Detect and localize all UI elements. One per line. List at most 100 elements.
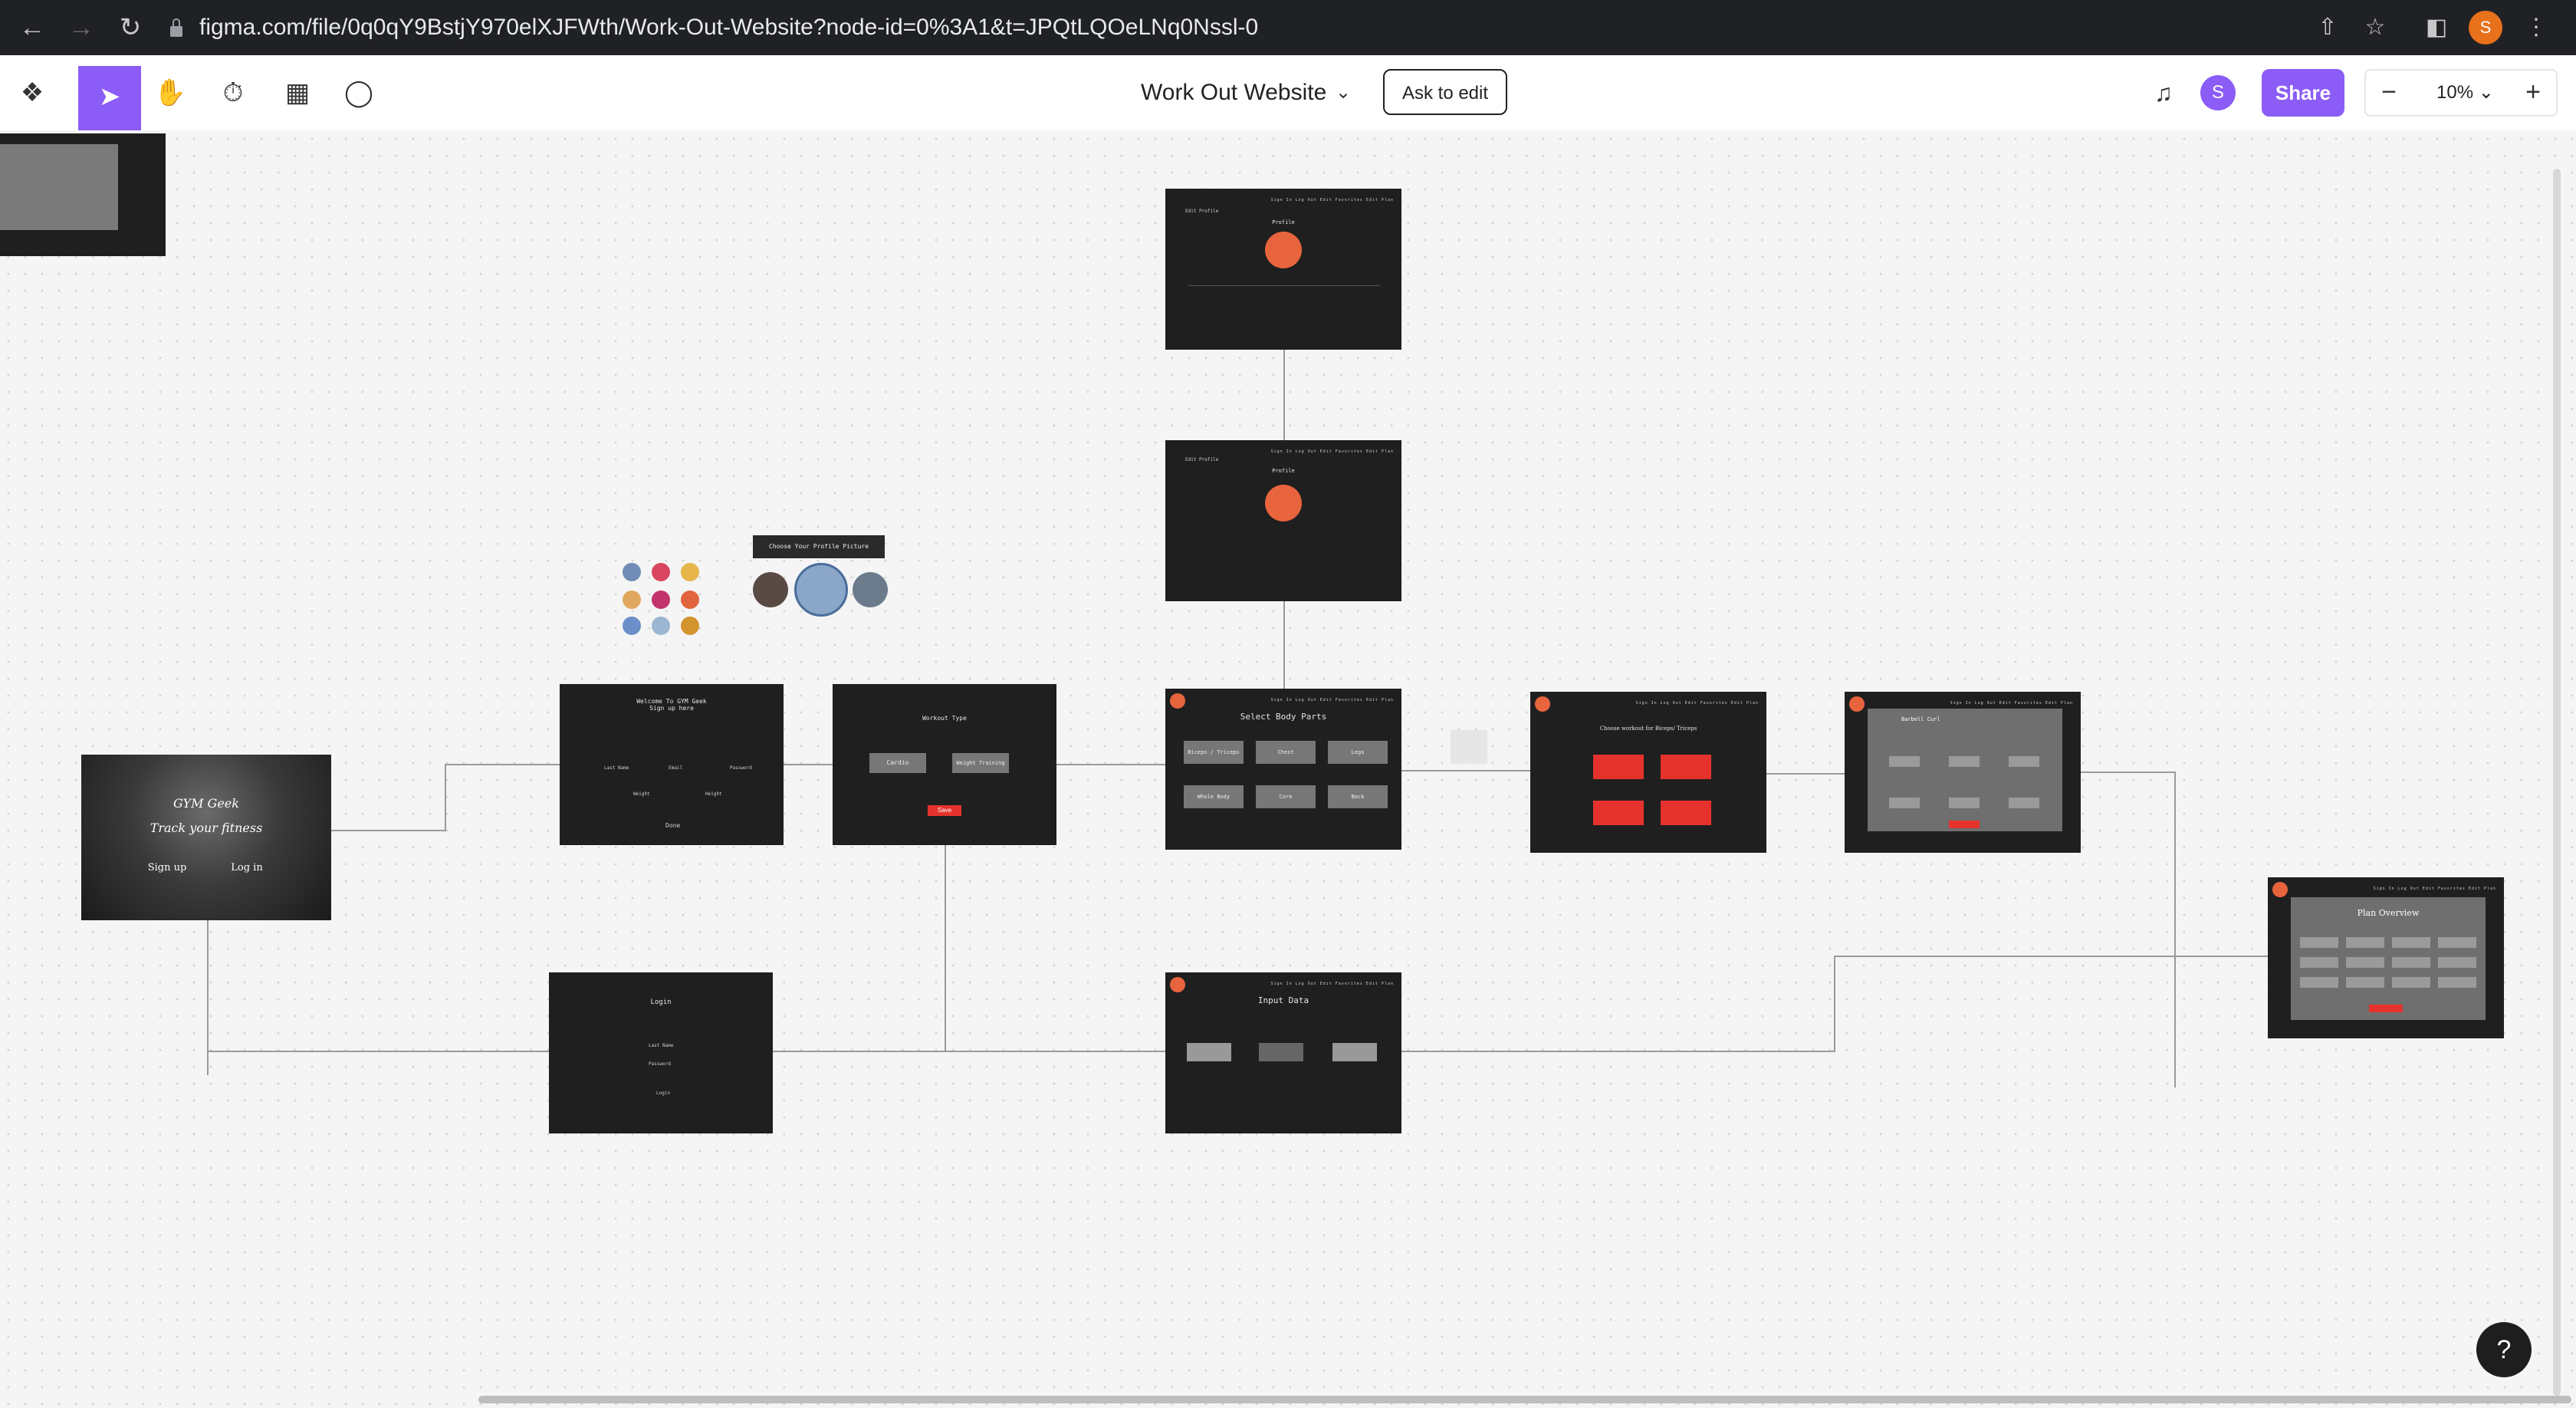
headphones-icon[interactable]: ♫ xyxy=(2145,75,2182,110)
share-page-icon[interactable]: ⇧ xyxy=(2311,11,2344,44)
profile-frame[interactable]: Edit Profile Sign In Log Out Edit Favori… xyxy=(1165,189,1401,350)
plan-cell xyxy=(2438,957,2476,968)
browser-chrome: ← → ↻ figma.com/file/0q0qY9BstjY970elXJF… xyxy=(0,0,2576,55)
exercise-field[interactable] xyxy=(1889,798,1920,808)
avatar-option[interactable] xyxy=(681,563,699,581)
body-part-button[interactable]: Core xyxy=(1256,785,1316,808)
workout-type-frame[interactable]: Workout Type Cardio Weight Training Save xyxy=(833,684,1056,845)
sidebar-icon[interactable]: ◧ xyxy=(2420,11,2453,44)
zoom-in-button[interactable]: + xyxy=(2510,71,2556,115)
workout-type-title: Workout Type xyxy=(922,715,967,722)
login-submit-button[interactable]: Login xyxy=(656,1091,670,1096)
hand-tool-icon[interactable]: ✋ xyxy=(149,74,192,112)
barbell-curl-frame[interactable]: Sign In Log Out Edit Favorites Edit Plan… xyxy=(1845,692,2081,853)
body-part-button[interactable]: Back xyxy=(1328,785,1388,808)
avatar-option-selected[interactable] xyxy=(794,563,848,617)
connector xyxy=(771,1051,1167,1052)
avatar-option[interactable] xyxy=(652,563,670,581)
reload-icon[interactable]: ↻ xyxy=(113,11,147,44)
exercise-field[interactable] xyxy=(1949,798,1980,808)
signup-link[interactable]: Sign up xyxy=(144,862,190,873)
browser-menu-icon[interactable]: ⋮ xyxy=(2519,11,2553,44)
figma-menu-icon[interactable]: ❖ xyxy=(11,74,54,112)
workout-option[interactable] xyxy=(1593,755,1644,779)
login-field: Last Name xyxy=(649,1043,674,1048)
body-part-button[interactable]: Biceps / Triceps xyxy=(1184,741,1244,764)
exercise-field[interactable] xyxy=(1949,756,1980,767)
cardio-button[interactable]: Cardio xyxy=(869,753,926,773)
chevron-down-icon[interactable]: ⌄ xyxy=(1336,72,1351,113)
comment-icon[interactable]: ◯ xyxy=(337,74,380,112)
input-field[interactable] xyxy=(1259,1043,1303,1061)
input-field[interactable] xyxy=(1332,1043,1377,1061)
move-tool-icon[interactable]: ➤ xyxy=(78,66,141,130)
avatar-option[interactable] xyxy=(623,617,641,635)
exercise-field[interactable] xyxy=(2009,756,2039,767)
login-frame[interactable]: Login Last Name Password Login xyxy=(549,972,773,1133)
share-button[interactable]: Share xyxy=(2262,69,2344,117)
connector xyxy=(784,764,833,765)
workout-option[interactable] xyxy=(1661,755,1711,779)
note-placeholder[interactable] xyxy=(1451,730,1487,764)
choose-workout-frame[interactable]: Sign In Log Out Edit Favorites Edit Plan… xyxy=(1530,692,1766,853)
exercise-card: Barbell Curl xyxy=(1868,709,2062,831)
landing-headline: GYM Geek xyxy=(173,796,239,811)
connector xyxy=(445,764,561,765)
figma-canvas[interactable]: GYM Geek Track your fitness Sign up Log … xyxy=(0,130,2576,1408)
avatar-option[interactable] xyxy=(753,572,788,607)
layout-icon[interactable]: ▦ xyxy=(276,74,319,112)
exercise-field[interactable] xyxy=(2009,798,2039,808)
ask-to-edit-button[interactable]: Ask to edit xyxy=(1383,69,1507,115)
connector xyxy=(1401,1051,1835,1052)
figma-toolbar: ❖ ➤ ✋ ⏱ ▦ ◯ Work Out Website ⌄ Ask to ed… xyxy=(0,55,2576,132)
connector xyxy=(1283,600,1285,689)
avatar-option[interactable] xyxy=(853,572,888,607)
plan-cell xyxy=(2300,977,2338,988)
avatar-option[interactable] xyxy=(681,591,699,609)
horizontal-scrollbar[interactable] xyxy=(478,1396,2571,1403)
body-part-button[interactable]: Whole Body xyxy=(1184,785,1244,808)
input-data-frame[interactable]: Sign In Log Out Edit Favorites Edit Plan… xyxy=(1165,972,1401,1133)
workout-option[interactable] xyxy=(1661,801,1711,825)
signup-frame[interactable]: Welcome To GYM Geek Sign up here Last Na… xyxy=(560,684,784,845)
plan-action-button[interactable] xyxy=(2369,1005,2403,1012)
add-exercise-button[interactable] xyxy=(1949,821,1980,828)
file-title[interactable]: Work Out Website xyxy=(1141,72,1326,113)
exercise-field[interactable] xyxy=(1889,756,1920,767)
avatar-option[interactable] xyxy=(652,591,670,609)
input-field[interactable] xyxy=(1187,1043,1231,1061)
save-button[interactable]: Save xyxy=(928,805,961,816)
weight-training-button[interactable]: Weight Training xyxy=(952,753,1009,773)
body-part-button[interactable]: Legs xyxy=(1328,741,1388,764)
plan-overview-frame[interactable]: Sign In Log Out Edit Favorites Edit Plan… xyxy=(2268,877,2504,1038)
signup-field: Email xyxy=(669,765,683,771)
partial-frame[interactable] xyxy=(0,133,166,256)
profile-frame[interactable]: Edit Profile Sign In Log Out Edit Favori… xyxy=(1165,440,1401,601)
bookmark-star-icon[interactable]: ☆ xyxy=(2358,11,2392,44)
zoom-level[interactable]: 10% ⌄ xyxy=(2436,71,2494,115)
avatar-option[interactable] xyxy=(623,563,641,581)
body-part-button[interactable]: Chest xyxy=(1256,741,1316,764)
signup-done-button[interactable]: Done xyxy=(665,822,680,829)
user-avatar[interactable]: S xyxy=(2200,75,2236,110)
select-body-parts-frame[interactable]: Sign In Log Out Edit Favorites Edit Plan… xyxy=(1165,689,1401,850)
header-avatar xyxy=(1535,696,1550,712)
zoom-out-button[interactable]: − xyxy=(2366,71,2412,115)
address-bar[interactable]: figma.com/file/0q0qY9BstjY970elXJFWth/Wo… xyxy=(170,8,2394,48)
browser-profile-avatar[interactable]: S xyxy=(2469,11,2502,44)
back-icon[interactable]: ← xyxy=(15,11,49,44)
landing-frame[interactable]: GYM Geek Track your fitness Sign up Log … xyxy=(81,755,331,920)
connector xyxy=(2174,771,2176,1087)
avatar-option[interactable] xyxy=(652,617,670,635)
plan-cell xyxy=(2392,977,2430,988)
gym-photo xyxy=(81,755,331,920)
help-button[interactable]: ? xyxy=(2476,1322,2532,1377)
workout-option[interactable] xyxy=(1593,801,1644,825)
forward-icon[interactable]: → xyxy=(64,11,98,44)
timer-icon[interactable]: ⏱ xyxy=(212,74,255,112)
login-link[interactable]: Log in xyxy=(224,862,270,873)
vertical-scrollbar[interactable] xyxy=(2553,169,2561,1396)
avatar-option[interactable] xyxy=(623,591,641,609)
avatar-option[interactable] xyxy=(681,617,699,635)
connector xyxy=(207,1051,549,1052)
